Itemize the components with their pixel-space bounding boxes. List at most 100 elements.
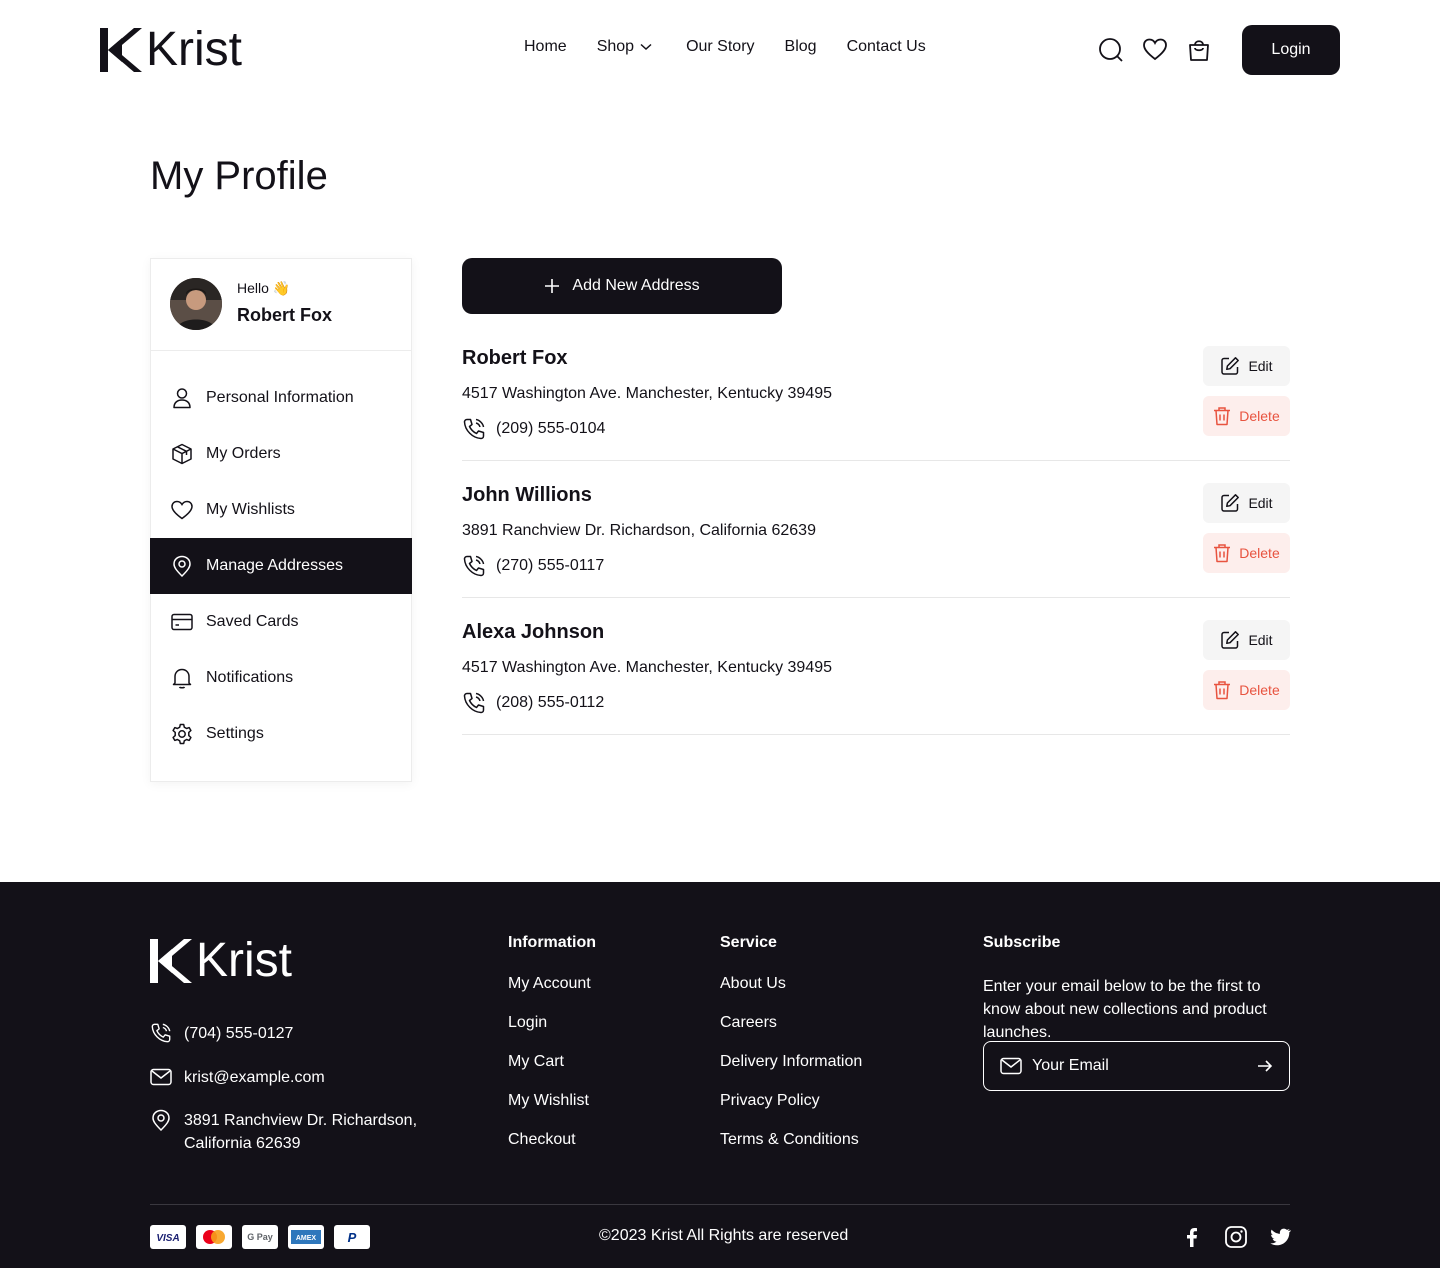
address-card: Alexa Johnson 4517 Washington Ave. Manch…	[462, 620, 1290, 735]
trash-icon	[1213, 543, 1231, 563]
brand-logo[interactable]: Krist	[100, 26, 242, 74]
footer-link-checkout[interactable]: Checkout	[508, 1130, 596, 1149]
bag-icon[interactable]	[1187, 37, 1211, 63]
location-icon	[171, 555, 193, 577]
twitter-icon[interactable]	[1268, 1225, 1292, 1249]
sidebar-item-notifications[interactable]: Notifications	[150, 650, 412, 706]
delete-label: Delete	[1239, 682, 1280, 698]
payment-methods: VISA G Pay AMEX P	[150, 1225, 370, 1249]
copyright-text: ©2023 Krist All Rights are reserved	[599, 1227, 849, 1244]
login-button[interactable]: Login	[1242, 25, 1340, 75]
address-text: 4517 Washington Ave. Manchester, Kentuck…	[462, 659, 833, 676]
delete-button[interactable]: Delete	[1203, 533, 1290, 573]
footer-link-careers[interactable]: Careers	[720, 1013, 862, 1032]
delete-button[interactable]: Delete	[1203, 670, 1290, 710]
search-icon[interactable]	[1099, 37, 1123, 63]
krist-logo-icon	[150, 939, 192, 983]
page-title: My Profile	[150, 154, 328, 198]
card-icon	[171, 611, 193, 633]
sidebar-item-manage-addresses[interactable]: Manage Addresses	[150, 538, 412, 594]
sidebar-item-label: Manage Addresses	[206, 557, 343, 574]
footer-subscribe-column: Subscribe	[983, 934, 1060, 974]
sidebar-item-my-orders[interactable]: My Orders	[150, 426, 412, 482]
footer-link-login[interactable]: Login	[508, 1013, 596, 1032]
nav-contact[interactable]: Contact Us	[847, 38, 926, 56]
footer-link-my-account[interactable]: My Account	[508, 974, 596, 993]
profile-sidebar: Hello 👋 Robert Fox Personal Information …	[150, 258, 412, 782]
footer-phone-text: (704) 555-0127	[184, 1025, 294, 1042]
nav-home[interactable]: Home	[524, 38, 567, 56]
sidebar-item-personal-information[interactable]: Personal Information	[150, 370, 412, 426]
sidebar-item-saved-cards[interactable]: Saved Cards	[150, 594, 412, 650]
edit-button[interactable]: Edit	[1203, 620, 1290, 660]
footer-link-my-cart[interactable]: My Cart	[508, 1052, 596, 1071]
address-name: John Willions	[462, 484, 592, 506]
footer-link-delivery-information[interactable]: Delivery Information	[720, 1052, 862, 1071]
phone-text: (208) 555-0112	[496, 694, 605, 711]
footer-address-line2: California 62639	[184, 1135, 301, 1152]
footer-information-title: Information	[508, 934, 596, 951]
footer-divider	[150, 1204, 1290, 1205]
footer-link-privacy-policy[interactable]: Privacy Policy	[720, 1091, 862, 1110]
footer-link-terms-conditions[interactable]: Terms & Conditions	[720, 1130, 862, 1149]
footer-email-text: krist@example.com	[184, 1069, 325, 1086]
phone-icon	[462, 554, 486, 578]
logo-text: Krist	[196, 934, 292, 987]
subscribe-description: Enter your email below to be the first t…	[983, 978, 1267, 1041]
visa-icon: VISA	[150, 1225, 186, 1249]
edit-button[interactable]: Edit	[1203, 346, 1290, 386]
add-new-address-button[interactable]: Add New Address	[462, 258, 782, 314]
arrow-right-icon[interactable]	[1257, 1059, 1273, 1073]
sidebar-item-label: Saved Cards	[206, 613, 299, 630]
trash-icon	[1213, 680, 1231, 700]
user-icon	[171, 387, 193, 409]
sidebar-item-label: Settings	[206, 725, 264, 742]
gear-icon	[171, 723, 193, 745]
sidebar-item-my-wishlists[interactable]: My Wishlists	[150, 482, 412, 538]
footer-email[interactable]: krist@example.com	[150, 1066, 325, 1089]
footer-logo[interactable]: Krist	[150, 934, 292, 987]
delete-label: Delete	[1239, 545, 1280, 561]
facebook-icon[interactable]	[1180, 1225, 1204, 1249]
edit-label: Edit	[1248, 632, 1273, 648]
footer-address-line1: 3891 Ranchview Dr. Richardson,	[184, 1112, 418, 1129]
subscribe-email-input[interactable]	[1032, 1057, 1257, 1075]
nav-blog[interactable]: Blog	[785, 38, 817, 56]
mastercard-icon	[196, 1225, 232, 1249]
sidebar-item-settings[interactable]: Settings	[150, 706, 412, 762]
mail-icon	[150, 1066, 172, 1088]
google-pay-icon: G Pay	[242, 1225, 278, 1249]
header-actions	[1099, 37, 1211, 63]
edit-button[interactable]: Edit	[1203, 483, 1290, 523]
phone-icon	[150, 1022, 172, 1044]
edit-icon	[1220, 630, 1240, 650]
greeting-text: Hello 👋	[237, 280, 291, 296]
location-icon	[150, 1109, 172, 1131]
site-header: Krist Home Shop Our Story Blog Contact U…	[0, 0, 1440, 100]
address-phone: (270) 555-0117	[462, 554, 604, 578]
delete-label: Delete	[1239, 408, 1280, 424]
nav-shop[interactable]: Shop	[597, 38, 652, 56]
footer-service-column: Service About Us Careers Delivery Inform…	[720, 934, 862, 1169]
user-summary: Hello 👋 Robert Fox	[151, 259, 411, 351]
instagram-icon[interactable]	[1224, 1225, 1248, 1249]
edit-icon	[1220, 356, 1240, 376]
add-new-address-label: Add New Address	[572, 277, 700, 294]
svg-text:AMEX: AMEX	[296, 1235, 317, 1242]
footer-phone[interactable]: (704) 555-0127	[150, 1022, 293, 1045]
sidebar-item-label: My Orders	[206, 445, 281, 462]
footer-link-about-us[interactable]: About Us	[720, 974, 862, 993]
footer-link-my-wishlist[interactable]: My Wishlist	[508, 1091, 596, 1110]
profile-menu: Personal Information My Orders My Wishli…	[150, 370, 412, 762]
heart-icon[interactable]	[1143, 37, 1167, 63]
delete-button[interactable]: Delete	[1203, 396, 1290, 436]
footer-information-column: Information My Account Login My Cart My …	[508, 934, 596, 1169]
amex-icon: AMEX	[288, 1225, 324, 1249]
nav-our-story[interactable]: Our Story	[686, 38, 754, 56]
address-text: 3891 Ranchview Dr. Richardson, Californi…	[462, 522, 816, 539]
paypal-icon: P	[334, 1225, 370, 1249]
avatar	[170, 278, 222, 330]
edit-label: Edit	[1248, 495, 1273, 511]
nav-shop-label: Shop	[596, 38, 635, 55]
edit-icon	[1220, 493, 1240, 513]
